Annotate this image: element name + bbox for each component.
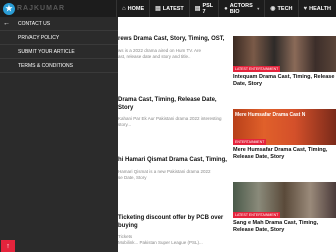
category-badge[interactable]: LATEST ENTERTAINMENT <box>233 212 281 218</box>
heart-icon: ♥ <box>303 5 308 12</box>
home-icon: ⌂ <box>122 5 126 12</box>
nav-label: PSL 7 <box>202 2 214 15</box>
main-nav: ⌂ HOME ▤ LATEST ▤ PSL 7 ● ACTORS BIO ▾ ◉… <box>116 0 336 17</box>
sidebar: LATEST ENTERTAINMENT Intequam Drama Cast… <box>233 17 336 252</box>
post-title[interactable]: Drama Cast, Timing, Release Date, Story <box>118 97 230 112</box>
post-item[interactable]: rews Drama Cast, Story, Timing, OST, ws … <box>118 36 230 60</box>
post-title[interactable]: hi Hamari Qismat Drama Cast, Timing, <box>118 157 230 165</box>
chevron-down-icon: ▾ <box>257 6 260 11</box>
card-title[interactable]: Sang e Mah Drama Cast, Timing, Release D… <box>233 220 336 234</box>
category-badge[interactable]: ENTERTAINMENT <box>233 139 267 145</box>
thumbnail-caption: Mere Humsafar Drama Cast N <box>235 112 306 118</box>
nav-label: HEALTH <box>309 5 331 12</box>
menu-item-terms[interactable]: TERMS & CONDITIONS <box>0 59 118 73</box>
back-arrow-icon[interactable]: ← <box>3 17 10 31</box>
post-excerpt: Kahani Par Ek Aur Pakistani drama 2022 i… <box>118 116 222 121</box>
post-item[interactable]: Drama Cast, Timing, Release Date, Story … <box>118 97 230 128</box>
sidebar-card[interactable]: Mere Humsafar Drama Cast N ENTERTAINMENT… <box>233 109 336 161</box>
nav-label: TECH <box>277 5 293 12</box>
nav-label: ACTORS BIO <box>229 2 253 15</box>
nav-item-home[interactable]: ⌂ HOME <box>116 0 149 17</box>
sidebar-card[interactable]: LATEST ENTERTAINMENT Intequam Drama Cast… <box>233 36 336 88</box>
arrow-up-icon: ↑ <box>6 242 10 250</box>
nav-item-psl7[interactable]: ▤ PSL 7 <box>188 0 218 17</box>
post-list: rews Drama Cast, Story, Timing, OST, ws … <box>118 17 230 252</box>
post-item[interactable]: Ticketing discount offer by PCB over buy… <box>118 215 230 246</box>
user-icon: ● <box>224 5 228 12</box>
nav-item-latest[interactable]: ▤ LATEST <box>149 0 189 17</box>
logo-star-icon: ★ <box>3 2 15 15</box>
site-logo[interactable]: ★ RAJKUMAR <box>3 1 65 16</box>
tech-icon: ◉ <box>270 6 276 12</box>
post-excerpt: ast, release date and story and title.. <box>118 53 191 59</box>
slide-out-menu: ← CONTACT US PRIVACY POLICY SUBMIT YOUR … <box>0 17 118 252</box>
list-icon: ▤ <box>194 6 201 12</box>
category-badge[interactable]: LATEST ENTERTAINMENT <box>233 66 281 72</box>
card-thumbnail[interactable]: LATEST ENTERTAINMENT <box>233 36 336 72</box>
top-navigation-bar: ★ RAJKUMAR ⌂ HOME ▤ LATEST ▤ PSL 7 ● ACT… <box>0 0 336 17</box>
scroll-to-top-button[interactable]: ↑ <box>1 240 15 252</box>
post-excerpt: story... <box>118 122 132 127</box>
nav-label: HOME <box>127 5 145 12</box>
card-title[interactable]: Mere Humsafar Drama Cast, Timing, Releas… <box>233 147 336 161</box>
post-title[interactable]: Ticketing discount offer by PCB over buy… <box>118 215 230 230</box>
menu-item-privacy-policy[interactable]: PRIVACY POLICY <box>0 31 118 45</box>
menu-item-submit-article[interactable]: SUBMIT YOUR ARTICLE <box>0 45 118 59</box>
card-thumbnail[interactable]: Mere Humsafar Drama Cast N ENTERTAINMENT <box>233 109 336 145</box>
post-excerpt: se Date, Story <box>118 174 147 180</box>
post-excerpt: Mobilink... Pakistan Super League (PSL).… <box>118 240 203 245</box>
menu-item-contact-us[interactable]: ← CONTACT US <box>0 17 118 31</box>
logo-text: RAJKUMAR <box>17 5 66 12</box>
list-icon: ▤ <box>155 6 161 12</box>
nav-item-health[interactable]: ♥ HEALTH <box>297 0 336 17</box>
card-title[interactable]: Intequam Drama Cast, Timing, Release Dat… <box>233 74 336 88</box>
nav-item-actors-bio[interactable]: ● ACTORS BIO ▾ <box>218 0 264 17</box>
post-title[interactable]: rews Drama Cast, Story, Timing, OST, <box>118 36 230 44</box>
sidebar-card[interactable]: LATEST ENTERTAINMENT Sang e Mah Drama Ca… <box>233 182 336 234</box>
card-thumbnail[interactable]: LATEST ENTERTAINMENT <box>233 182 336 218</box>
nav-label: LATEST <box>162 5 184 12</box>
post-item[interactable]: hi Hamari Qismat Drama Cast, Timing, Ham… <box>118 157 230 181</box>
nav-item-tech[interactable]: ◉ TECH <box>264 0 297 17</box>
